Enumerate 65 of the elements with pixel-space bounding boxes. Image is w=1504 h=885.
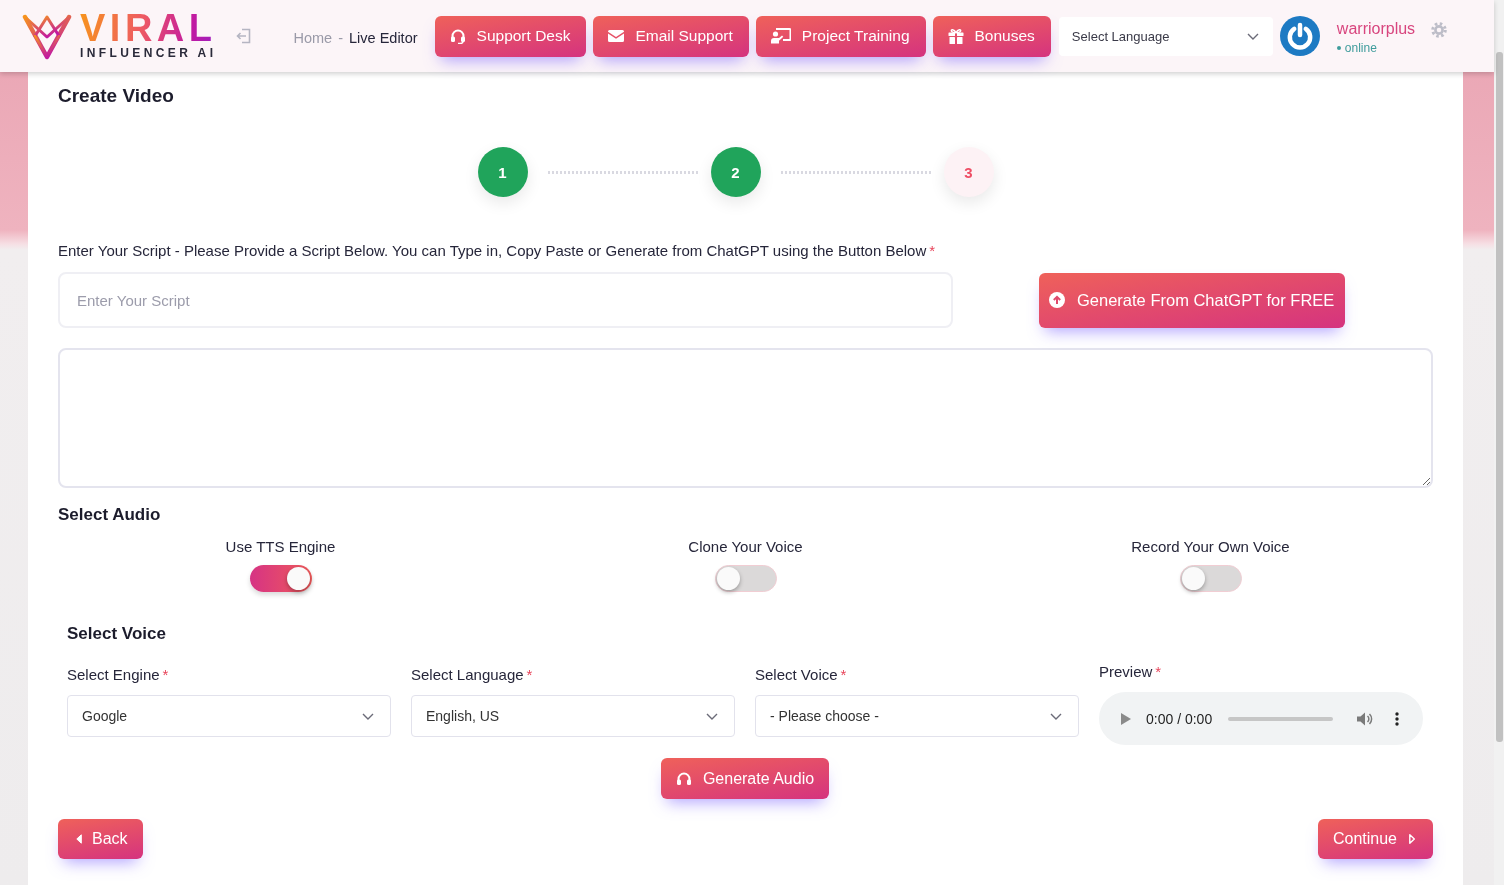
toggle-switch[interactable] [1179,565,1242,592]
option-label: Record Your Own Voice [1131,537,1290,557]
arrow-up-circle-icon [1049,292,1065,308]
envelope-icon [608,30,625,42]
chevron-down-icon [362,712,374,720]
generate-audio-button[interactable]: Generate Audio [660,758,830,799]
nav-button[interactable]: Project Training [755,15,926,57]
nav-button[interactable]: Email Support [593,15,749,57]
gift-icon [947,28,964,44]
chevron-down-icon [1050,712,1062,720]
toggle-switch[interactable] [714,565,777,592]
generate-chatgpt-button[interactable]: Generate From ChatGPT for FREE [1039,272,1346,328]
nav-button[interactable]: Support Desk [434,15,587,57]
step-marker: 3 [943,147,994,197]
settings-icon[interactable] [1431,22,1448,38]
option-label: Clone Your Voice [688,537,803,557]
continue-button[interactable]: Continue [1317,819,1433,859]
script-input[interactable]: Enter Your Script [58,272,953,328]
field-label: Preview [1099,662,1153,682]
user-name: warriorplus [1336,19,1416,38]
play-icon[interactable] [1121,712,1131,725]
required-mark: * [526,665,533,685]
caret-right-icon [1409,834,1415,844]
breadcrumb-separator: - [338,29,344,46]
step-marker: 1 [477,147,528,197]
required-mark: * [1155,662,1162,682]
section-title: Select Audio [58,504,162,526]
headset-icon [449,28,466,44]
dropdown-select[interactable]: Google [67,695,391,737]
headphones-icon [675,770,692,787]
logo-subtitle: INFLUENCER AI [80,47,217,60]
field-label: Select Engine [67,665,160,685]
required-mark: * [840,665,847,685]
caret-left-icon [76,834,82,844]
field-label: Select Language [411,665,524,685]
scrollbar-thumb[interactable] [1496,52,1503,742]
nav-button[interactable]: Bonuses [932,15,1051,57]
chevron-down-icon [1246,32,1259,40]
field-label: Enter Your Script - Please Provide a Script Below. You can Type in, Copy Paste or Generate from ChatGPT using the Button Below [58,241,927,261]
field-label: Select Voice [755,665,838,685]
power-icon [1279,16,1320,56]
logout-icon[interactable] [234,27,252,45]
dropdown-select[interactable]: English, US [411,695,735,737]
step-marker: 2 [710,147,761,197]
toggle-switch[interactable] [249,565,312,592]
required-mark: * [162,665,169,685]
option-label: Use TTS Engine [225,537,336,557]
logo-icon [22,12,72,60]
presenter-icon [770,28,791,44]
script-textarea[interactable] [58,348,1433,488]
dropdown-select[interactable]: - Please choose - [755,695,1079,737]
volume-icon[interactable] [1357,711,1374,726]
chevron-down-icon [706,712,718,720]
more-icon[interactable] [1395,711,1400,726]
page-title: Create Video [58,84,175,108]
breadcrumb-link[interactable]: Home [293,29,333,46]
language-select[interactable]: Select Language [1058,16,1273,56]
breadcrumb-current: Live Editor [349,29,418,46]
back-button[interactable]: Back [58,819,143,859]
section-title: Select Voice [67,623,167,645]
time-display: 0:00 / 0:00 [1146,710,1213,727]
status-dot-icon [1336,45,1341,50]
required-mark: * [929,241,936,261]
user-status: online [1344,40,1377,55]
seek-track[interactable] [1228,716,1334,721]
